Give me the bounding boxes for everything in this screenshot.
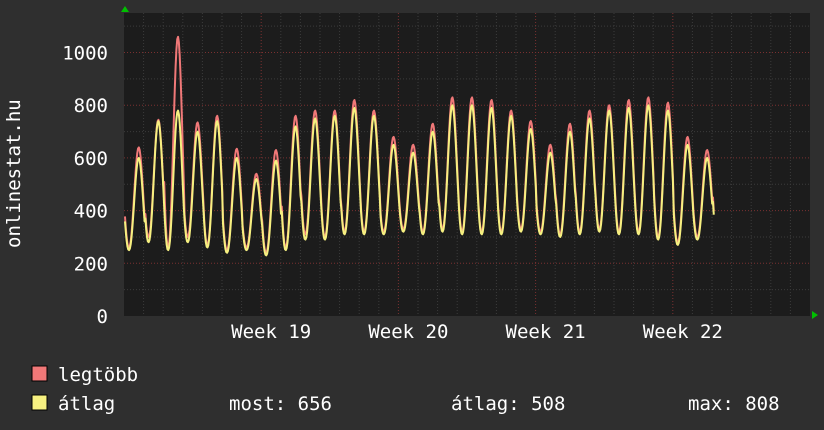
y-axis-label: onlinestat.hu (3, 99, 25, 248)
x-tick-label: Week 20 (368, 321, 448, 343)
y-ticks: 0 200 400 600 800 1000 (62, 43, 108, 328)
legend-swatch-atlag (31, 394, 48, 411)
stat-most: most: 656 (229, 393, 332, 415)
stat-atlag: átlag: 508 (451, 393, 565, 415)
x-tick-label: Week 19 (231, 321, 311, 343)
x-tick-label: Week 21 (506, 321, 586, 343)
legend-label-atlag: átlag (58, 393, 115, 415)
x-axis-arrow-icon (812, 311, 818, 319)
chart-svg: 02004006008001000 Week 19 Week 20 Week 21 W… (3, 6, 818, 415)
y-tick-label: 0 (97, 306, 108, 328)
y-tick-label: 600 (74, 148, 108, 170)
legend-swatch-legtobb (31, 365, 48, 382)
y-axis-arrow-icon (121, 6, 129, 12)
y-tick-label: 800 (74, 95, 108, 117)
y-tick-label: 400 (74, 201, 108, 223)
x-ticks: Week 19 Week 20 Week 21 Week 22 (231, 321, 723, 343)
y-tick-label: 1000 (62, 43, 108, 65)
legend-label-legtobb: legtöbb (58, 364, 138, 386)
y-tick-label: 200 (74, 253, 108, 275)
x-tick-label: Week 22 (643, 321, 723, 343)
stat-max: max: 808 (688, 393, 780, 415)
